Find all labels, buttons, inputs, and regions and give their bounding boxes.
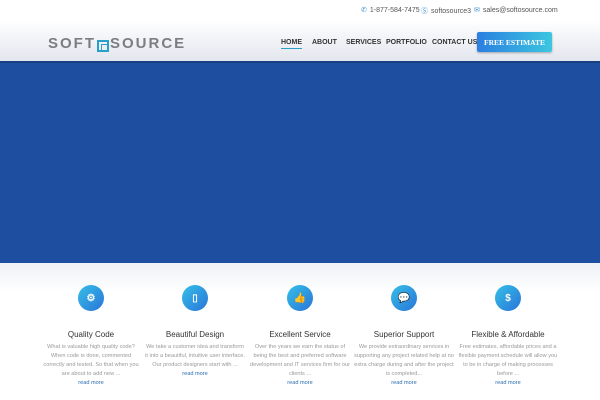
skype-name: softosource3	[431, 7, 472, 15]
free-estimate-button[interactable]: FREE ESTIMATE	[477, 32, 552, 52]
email-icon: ✉	[474, 7, 480, 14]
feature-excellent-service: 👍 Excellent Service Over the years we ea…	[245, 285, 355, 388]
feature-title: Beautiful Design	[165, 330, 225, 339]
logo-text-right: Source	[110, 34, 187, 52]
feature-desc: Over the years we earn the status of bei…	[249, 344, 350, 377]
thumbs-up-icon: 👍	[287, 285, 313, 311]
chat-icon: 💬	[391, 285, 417, 311]
feature-desc: Free estimates, affordable prices and a …	[458, 344, 558, 377]
feature-desc: We provide extraordinary services in sup…	[354, 344, 454, 377]
email-address: sales@softosource.com	[482, 6, 558, 14]
phone-icon: ✆	[361, 7, 367, 14]
feature-flexible-affordable: $ Flexible & Affordable Free estimates, …	[453, 285, 563, 388]
mobile-icon: ▯	[182, 285, 208, 311]
phone-contact[interactable]: ✆ 1-877-584-7475	[361, 6, 420, 15]
phone-number: 1-877-584-7475	[369, 6, 420, 14]
nav-portfolio[interactable]: PORTFOLIO	[386, 39, 427, 46]
top-bar: ✆ 1-877-584-7475 Ⓢsoftosource3 ✉ sales@sof…	[0, 0, 600, 20]
feature-quality-code: ⚙ Quality Code What is valuable high qua…	[36, 285, 146, 388]
nav-contact[interactable]: CONTACT US	[432, 39, 477, 46]
read-more-link[interactable]: read more	[453, 379, 563, 388]
logo-text-left: Soft	[48, 34, 96, 52]
nav-about[interactable]: ABOUT	[312, 39, 337, 46]
feature-superior-support: 💬 Superior Support We provide extraordin…	[349, 285, 459, 388]
gears-icon: ⚙	[78, 285, 104, 311]
header: Soft Source HOME ABOUT SERVICES PORTFOLIO…	[0, 20, 600, 63]
read-more-link[interactable]: read more	[349, 379, 459, 388]
skype-contact[interactable]: Ⓢsoftosource3	[421, 6, 471, 16]
feature-title: Quality Code	[67, 330, 115, 339]
read-more-link[interactable]: read more	[140, 370, 250, 379]
nav-home[interactable]: HOME	[281, 39, 302, 49]
email-contact[interactable]: ✉ sales@softosource.com	[474, 6, 558, 15]
feature-beautiful-design: ▯ Beautiful Design We take a customer id…	[140, 285, 250, 379]
dollar-icon: $	[495, 285, 521, 311]
features-section: ⚙ Quality Code What is valuable high qua…	[0, 263, 600, 400]
logo-mark-icon	[97, 40, 109, 52]
skype-icon: Ⓢ	[421, 8, 428, 15]
read-more-link[interactable]: read more	[36, 379, 146, 388]
feature-title: Excellent Service	[269, 330, 331, 339]
hero-banner	[0, 63, 600, 263]
feature-desc: What is valuable high quality code? When…	[43, 344, 139, 377]
logo[interactable]: Soft Source	[48, 34, 186, 52]
nav-services[interactable]: SERVICES	[346, 39, 381, 46]
feature-title: Flexible & Affordable	[471, 330, 545, 339]
feature-desc: We take a customer idea and transform it…	[145, 344, 245, 368]
feature-title: Superior Support	[373, 330, 435, 339]
read-more-link[interactable]: read more	[245, 379, 355, 388]
